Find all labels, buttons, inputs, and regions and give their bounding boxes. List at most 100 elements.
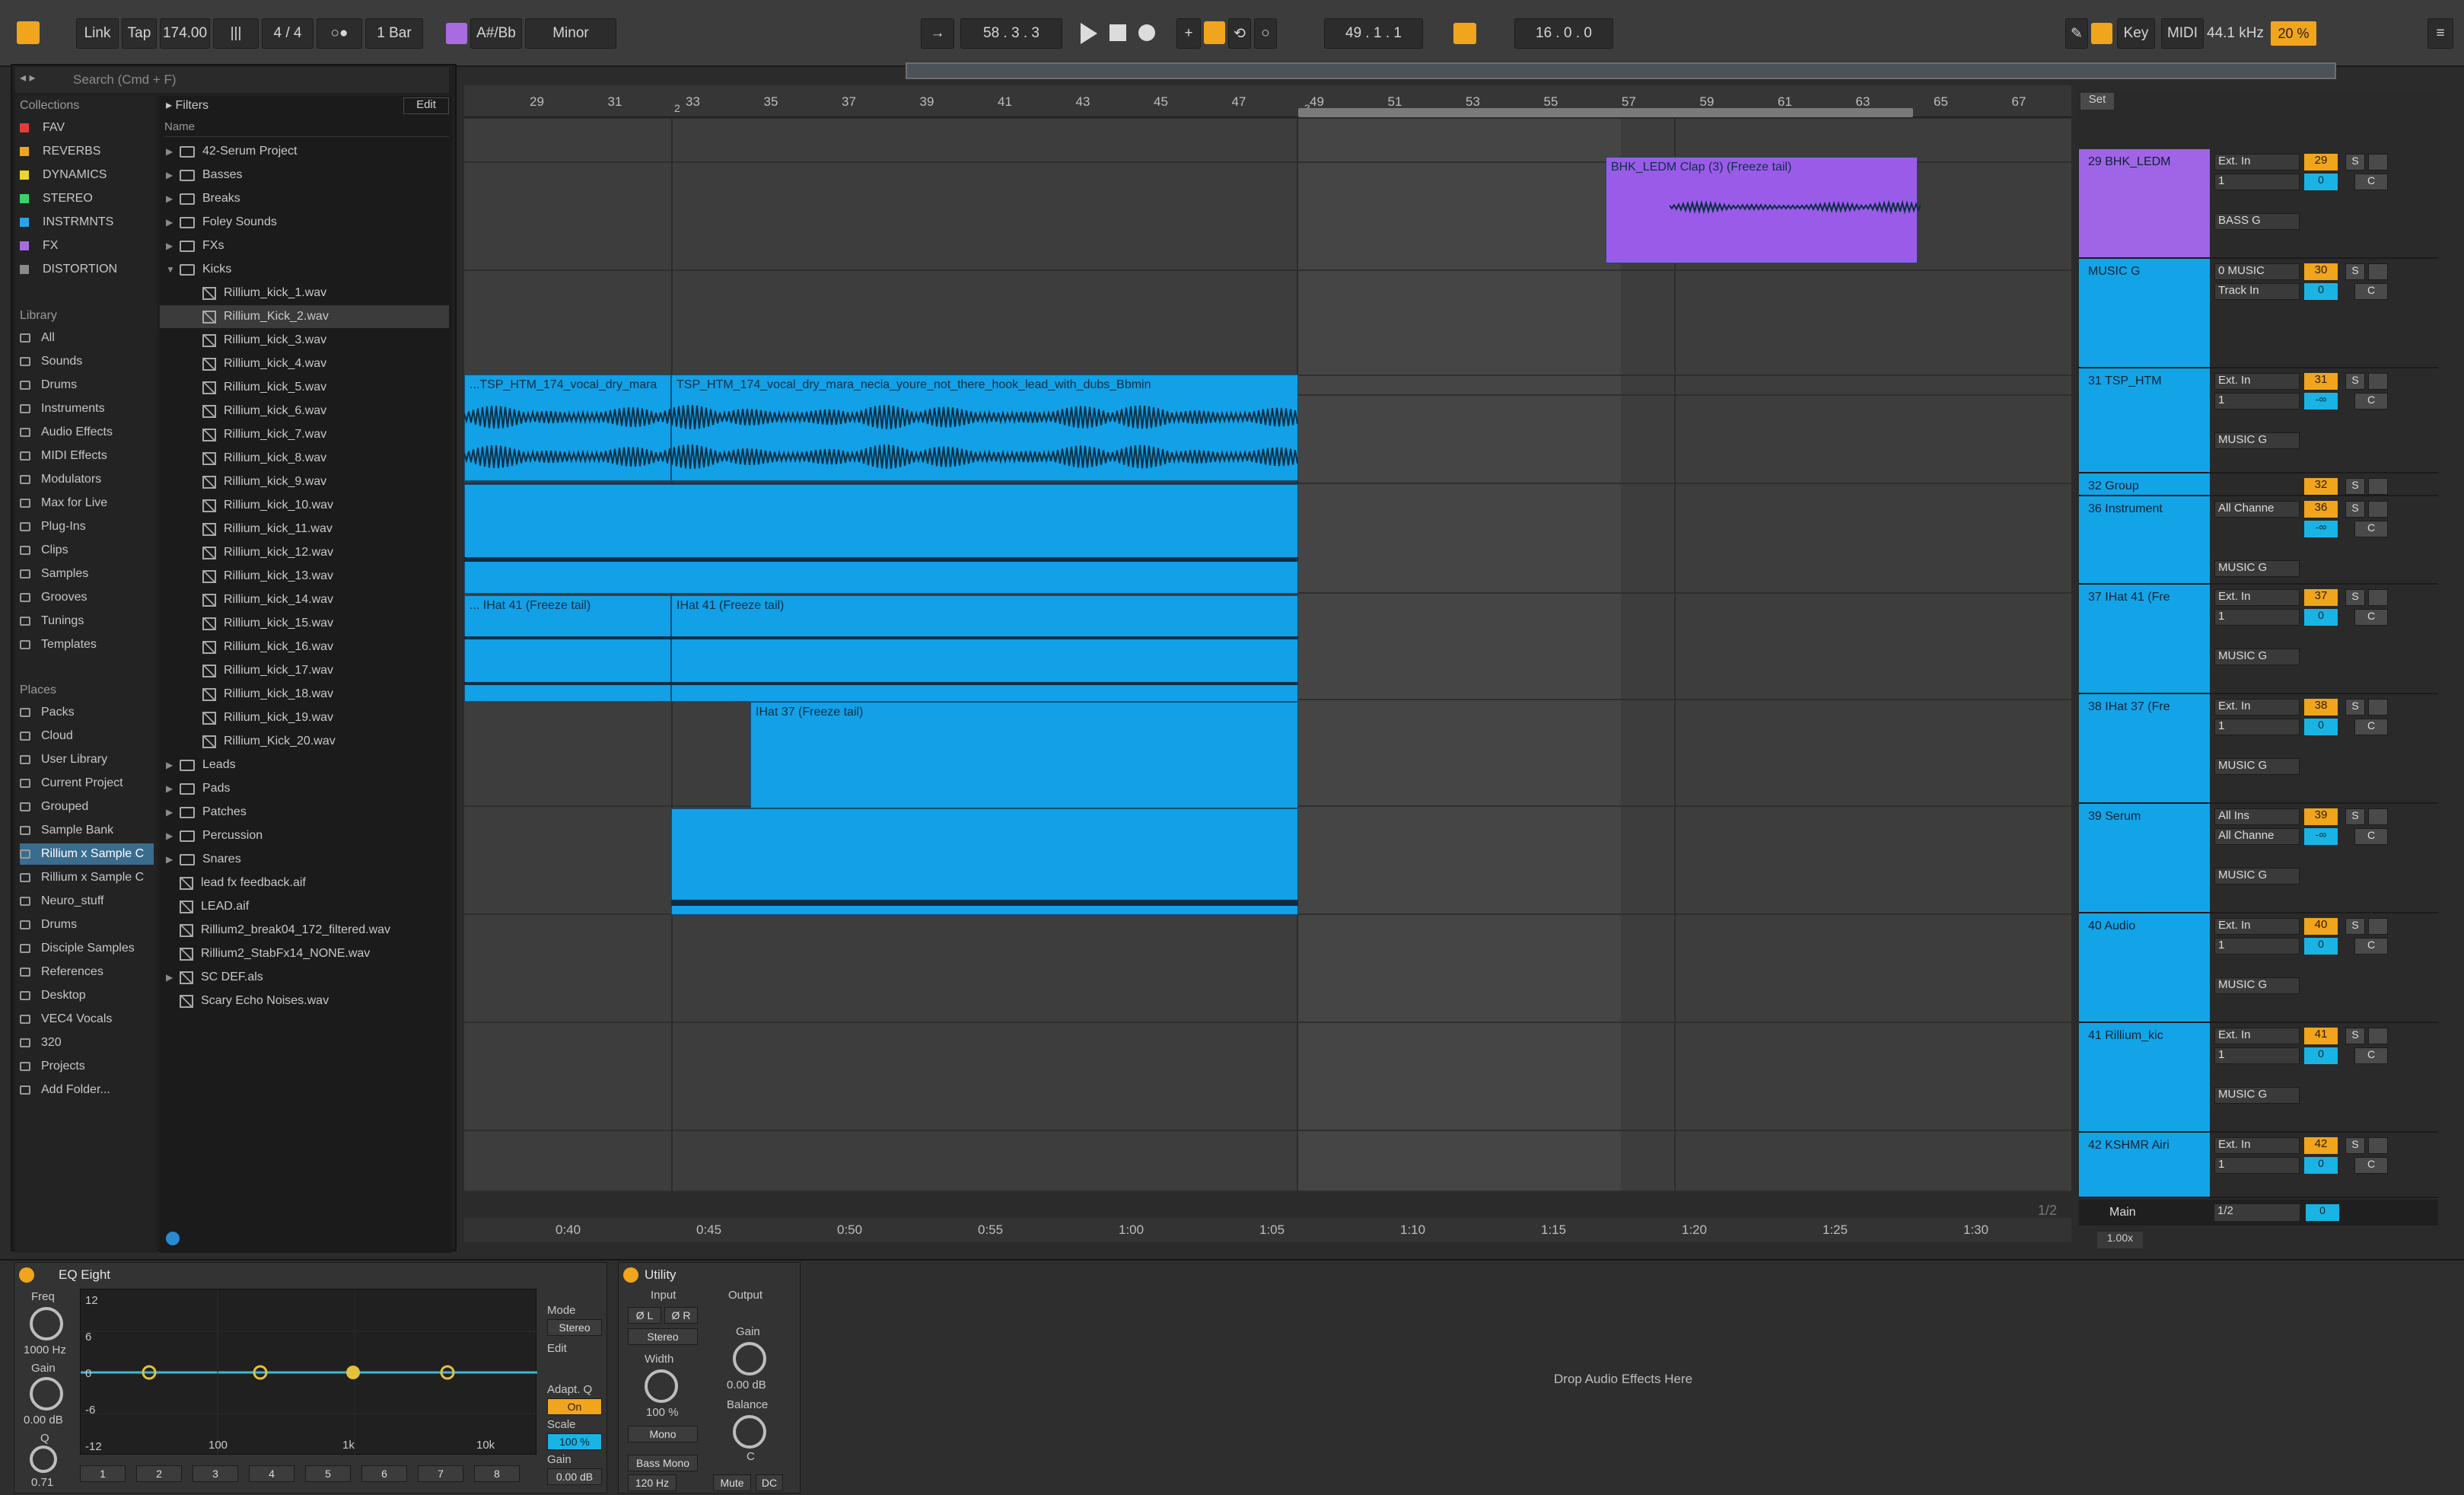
sidebar-place-10[interactable]: Disciple Samples xyxy=(20,938,154,959)
output-routing-select[interactable]: MUSIC G xyxy=(2214,1087,2300,1104)
pan-field[interactable]: C xyxy=(2354,828,2388,845)
arm-button[interactable] xyxy=(2368,501,2388,518)
solo-button[interactable]: S xyxy=(2345,1137,2365,1154)
volume-field[interactable]: 0 xyxy=(2304,1047,2338,1064)
capture-button[interactable]: ⟲ xyxy=(1228,18,1251,49)
sidebar-library-7[interactable]: Max for Live xyxy=(20,492,154,514)
file-list-item[interactable]: Rillium_kick_10.wav xyxy=(160,494,449,517)
track-header[interactable]: 41 Rillium_kic Ext. In 1 MUSIC G 41 0 S C xyxy=(2079,1023,2438,1133)
preview-toggle-icon[interactable] xyxy=(166,1232,180,1245)
loop-brace[interactable] xyxy=(1298,108,1913,117)
file-list-item[interactable]: LEAD.aif xyxy=(160,895,449,918)
expanded-arrow-icon[interactable]: ▼ xyxy=(166,264,175,275)
solo-button[interactable]: S xyxy=(2345,501,2365,518)
track-activator[interactable]: 31 xyxy=(2304,373,2338,390)
clip-serum[interactable] xyxy=(671,808,1298,915)
track-color-strip[interactable]: 39 Serum xyxy=(2079,804,2210,912)
overdub-button[interactable]: + xyxy=(1176,18,1201,49)
volume-field[interactable]: -∞ xyxy=(2304,521,2338,537)
eq-graph[interactable]: 12 6 0 -6 -12 100 1k 10k xyxy=(80,1289,537,1455)
track-activator[interactable]: 40 xyxy=(2304,918,2338,935)
eq-scale-field[interactable]: 100 % xyxy=(547,1433,602,1450)
volume-field[interactable]: 0 xyxy=(2304,283,2338,300)
overview-bar[interactable] xyxy=(906,62,2336,79)
sidebar-place-5[interactable]: Sample Bank xyxy=(20,820,154,841)
sidebar-place-9[interactable]: Drums xyxy=(20,914,154,936)
input-type-select[interactable]: 0 MUSIC xyxy=(2214,263,2300,280)
track-header[interactable]: 40 Audio Ext. In 1 MUSIC G 40 0 S C xyxy=(2079,913,2438,1023)
file-list-item[interactable]: Rillium_Kick_2.wav xyxy=(160,305,449,328)
menu-icon[interactable]: ≡ xyxy=(2427,18,2453,49)
file-list-item[interactable]: Rillium_kick_6.wav xyxy=(160,400,449,422)
file-list-item[interactable]: Rillium_kick_17.wav xyxy=(160,659,449,682)
file-list-item[interactable]: ▶ 42-Serum Project xyxy=(160,140,449,163)
sidebar-library-4[interactable]: Audio Effects xyxy=(20,422,154,443)
track-activator[interactable]: 36 xyxy=(2304,501,2338,518)
track-color-strip[interactable]: 40 Audio xyxy=(2079,913,2210,1022)
pan-field[interactable]: C xyxy=(2354,174,2388,190)
sidebar-library-13[interactable]: Templates xyxy=(20,634,154,655)
track-header[interactable]: 37 IHat 41 (Fre Ext. In 1 MUSIC G 37 0 S C xyxy=(2079,585,2438,694)
track-color-strip[interactable]: 32 Group xyxy=(2079,473,2210,495)
arm-button[interactable] xyxy=(2368,808,2388,825)
track-header[interactable]: MUSIC G 0 MUSIC Track In 30 0 S C xyxy=(2079,259,2438,368)
channel-mode-select[interactable]: Stereo xyxy=(628,1328,698,1345)
file-list-item[interactable]: Rillium_kick_7.wav xyxy=(160,423,449,446)
pan-field[interactable]: C xyxy=(2354,938,2388,955)
track-lane[interactable] xyxy=(464,1131,2071,1192)
solo-button[interactable]: S xyxy=(2345,478,2365,495)
key-map-button[interactable]: Key xyxy=(2117,18,2155,49)
search-input[interactable]: Search (Cmd + F) xyxy=(15,67,449,93)
file-list-item[interactable]: Rillium_kick_16.wav xyxy=(160,636,449,658)
arm-button[interactable] xyxy=(2368,1137,2388,1154)
quantize-select[interactable]: 1 Bar xyxy=(365,18,423,49)
sidebar-place-1[interactable]: Cloud xyxy=(20,725,154,747)
song-position-field[interactable]: 58 . 3 . 3 xyxy=(960,18,1062,49)
eq-q-knob[interactable] xyxy=(30,1446,57,1473)
arm-button[interactable] xyxy=(2368,154,2388,171)
file-list-item[interactable]: ▶ Foley Sounds xyxy=(160,211,449,234)
midi-map-button[interactable]: MIDI xyxy=(2161,18,2204,49)
file-list-item[interactable]: ▶ Percussion xyxy=(160,824,449,847)
input-channel-select[interactable]: Track In xyxy=(2214,283,2300,300)
track-color-strip[interactable]: 38 IHat 37 (Fre xyxy=(2079,694,2210,802)
sidebar-collection-6[interactable]: DISTORTION xyxy=(20,259,154,280)
sidebar-place-16[interactable]: Add Folder... xyxy=(20,1079,154,1101)
solo-button[interactable]: S xyxy=(2345,1028,2365,1044)
mute-button[interactable]: Mute xyxy=(713,1474,751,1491)
output-gain-knob[interactable] xyxy=(733,1342,766,1375)
eq-band-toggle[interactable]: 1 xyxy=(80,1465,126,1482)
edit-button[interactable]: Edit xyxy=(403,97,449,114)
track-header[interactable]: 31 TSP_HTM Ext. In 1 MUSIC G 31 -∞ S C xyxy=(2079,368,2438,473)
track-color-strip[interactable]: 42 KSHMR Airi xyxy=(2079,1133,2210,1197)
track-lane[interactable] xyxy=(464,271,2071,376)
pan-field[interactable]: C xyxy=(2354,521,2388,537)
collapsed-arrow-icon[interactable]: ▶ xyxy=(166,830,175,841)
eq-mode-select[interactable]: Stereo xyxy=(547,1319,602,1336)
utility-power-icon[interactable] xyxy=(623,1267,638,1283)
file-list-item[interactable]: ▶ SC DEF.als xyxy=(160,966,449,989)
file-list-item[interactable]: Rillium_kick_12.wav xyxy=(160,541,449,564)
sidebar-place-4[interactable]: Grouped xyxy=(20,796,154,818)
sidebar-library-2[interactable]: Drums xyxy=(20,375,154,396)
sidebar-place-0[interactable]: Packs xyxy=(20,702,154,723)
draw-mode-icon[interactable]: ✎ xyxy=(2065,18,2088,49)
track-activator[interactable]: 32 xyxy=(2304,478,2338,495)
output-routing-select[interactable]: MUSIC G xyxy=(2214,649,2300,665)
input-channel-select[interactable]: 1 xyxy=(2214,719,2300,735)
sidebar-collection-5[interactable]: FX xyxy=(20,235,154,257)
metronome-bars-icon[interactable]: ||| xyxy=(213,18,259,49)
computer-keyboard-icon[interactable] xyxy=(2091,23,2112,44)
eq-adapt-toggle[interactable]: On xyxy=(547,1398,602,1415)
input-type-select[interactable]: Ext. In xyxy=(2214,1028,2300,1044)
eq-freq-knob[interactable] xyxy=(30,1307,63,1340)
phase-left-button[interactable]: Ø L xyxy=(628,1307,661,1324)
device-power-icon[interactable] xyxy=(19,1267,34,1283)
track-header[interactable]: 39 Serum All Ins All Channe MUSIC G 39 -∞ S C xyxy=(2079,804,2438,913)
eq-band-toggle[interactable]: 6 xyxy=(361,1465,407,1482)
time-signature-field[interactable]: 4 / 4 xyxy=(262,18,314,49)
input-channel-select[interactable]: 1 xyxy=(2214,393,2300,410)
main-volume[interactable]: 0 xyxy=(2306,1204,2339,1221)
balance-knob[interactable] xyxy=(733,1415,766,1449)
sidebar-library-0[interactable]: All xyxy=(20,327,154,349)
